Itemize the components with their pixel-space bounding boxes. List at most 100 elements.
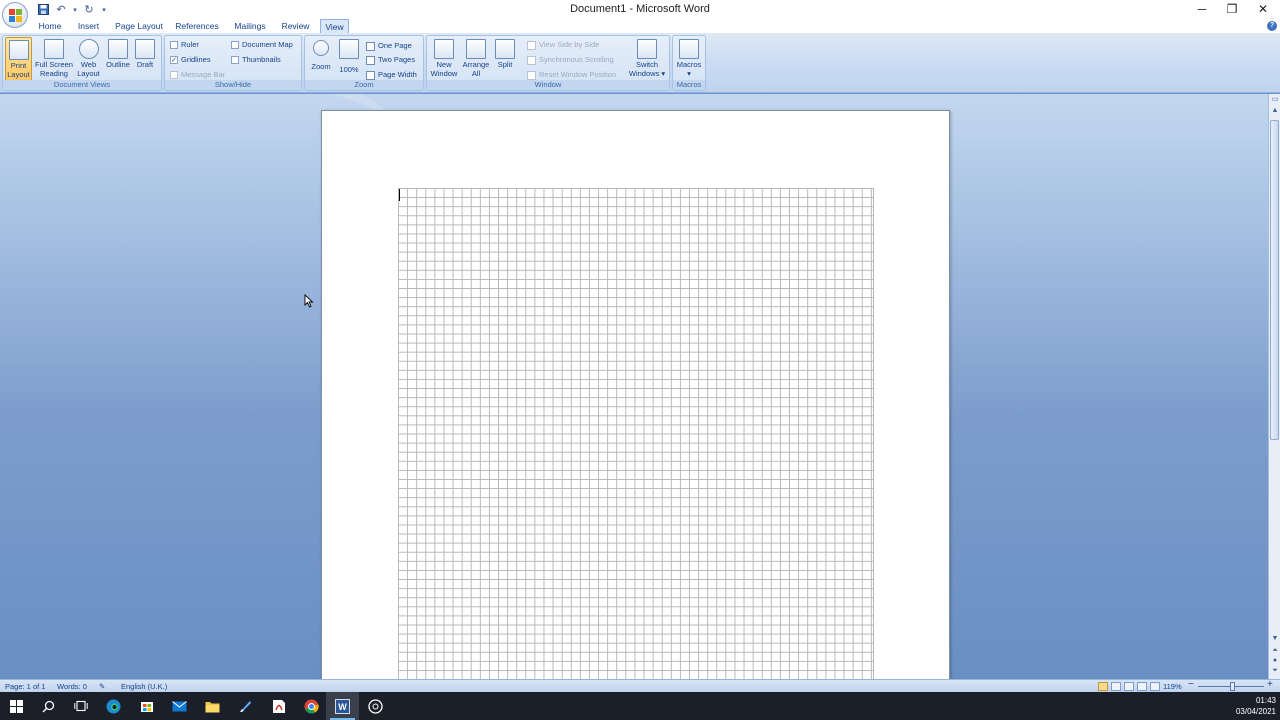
system-clock[interactable]: 01:43 03/04/2021 [1236, 695, 1276, 717]
page-gridlines [398, 188, 874, 679]
proofing-icon[interactable]: ✎ [99, 682, 105, 692]
help-icon[interactable]: ? [1267, 21, 1277, 31]
print-layout-button[interactable]: Print Layout [5, 37, 32, 81]
ruler-checkbox-box[interactable] [170, 41, 178, 49]
outline-button[interactable]: Outline [103, 37, 133, 81]
full-screen-reading-icon [44, 39, 64, 59]
ruler-checkbox[interactable]: Ruler [170, 39, 199, 51]
acrobat-icon [272, 699, 285, 713]
office-button[interactable] [2, 2, 28, 28]
synchronous-scrolling-button: Synchronous Scrolling [527, 54, 614, 66]
scroll-up-icon[interactable]: ▲ [1270, 106, 1280, 116]
scrollbar-thumb[interactable] [1270, 120, 1279, 440]
tab-view[interactable]: View [320, 19, 349, 33]
web-layout-button[interactable]: Web Layout [75, 37, 102, 81]
word-taskbar-button[interactable]: W [326, 692, 359, 720]
app-taskbar-button-1[interactable] [229, 692, 262, 720]
store-taskbar-button[interactable] [130, 692, 163, 720]
minimize-button[interactable]: ─ [1187, 0, 1217, 18]
app-taskbar-button-3[interactable] [359, 692, 392, 720]
next-page-icon[interactable]: ⏷ [1270, 666, 1280, 676]
vertical-scrollbar[interactable]: ▭ ▲ ▼ ⏶ ● ⏷ [1268, 94, 1280, 679]
mail-taskbar-button[interactable] [163, 692, 196, 720]
store-icon [140, 702, 153, 712]
scroll-down-icon[interactable]: ▼ [1270, 634, 1280, 644]
language-indicator[interactable]: English (U.K.) [121, 682, 167, 692]
page-width-icon [366, 70, 375, 80]
document-map-checkbox[interactable]: Document Map [231, 39, 293, 51]
view-side-by-side-icon [527, 40, 536, 50]
zoom-100-button[interactable]: 100% [337, 37, 361, 81]
group-label-macros: Macros [673, 80, 705, 90]
title-bar: ↶ ▾ ↻ ▾ Document1 - Microsoft Word ─ ❐ ✕ [0, 0, 1280, 19]
macros-button[interactable]: Macros ▾ [675, 37, 703, 81]
view-outline-icon[interactable] [1137, 682, 1147, 691]
macros-icon [679, 39, 699, 59]
outline-icon [108, 39, 128, 59]
browse-object-icon[interactable]: ● [1270, 656, 1280, 666]
view-print-layout-icon[interactable] [1098, 682, 1108, 691]
tab-references[interactable]: References [172, 19, 222, 33]
search-button[interactable] [32, 692, 65, 720]
tab-review[interactable]: Review [278, 19, 313, 33]
restore-button[interactable]: ❐ [1217, 0, 1247, 18]
page-100-icon [339, 39, 359, 59]
thumbnails-checkbox[interactable]: Thumbnails [231, 54, 281, 66]
zoom-out-button[interactable]: − [1188, 680, 1194, 690]
folder-icon [205, 701, 220, 712]
office-logo-icon [9, 9, 22, 22]
tab-home[interactable]: Home [34, 19, 66, 33]
mouse-pointer-icon [304, 294, 314, 308]
view-web-layout-icon[interactable] [1124, 682, 1134, 691]
previous-page-icon[interactable]: ⏶ [1270, 646, 1280, 656]
close-button[interactable]: ✕ [1248, 0, 1278, 18]
draft-button[interactable]: Draft [134, 37, 156, 81]
switch-windows-button[interactable]: Switch Windows ▾ [627, 37, 667, 81]
app-taskbar-button-2[interactable] [262, 692, 295, 720]
two-pages-icon [366, 55, 375, 65]
document-map-checkbox-box[interactable] [231, 41, 239, 49]
search-icon [42, 700, 55, 712]
arrange-all-button[interactable]: Arrange All [460, 37, 492, 81]
switch-windows-icon [637, 39, 657, 59]
zoom-button[interactable]: Zoom [309, 37, 333, 81]
new-window-button[interactable]: New Window [429, 37, 459, 81]
two-pages-button[interactable]: Two Pages [366, 54, 415, 66]
group-label-zoom: Zoom [305, 80, 423, 90]
one-page-button[interactable]: One Page [366, 40, 412, 52]
task-view-button[interactable] [64, 692, 97, 720]
window-title: Document1 - Microsoft Word [570, 3, 710, 15]
gridlines-checkbox-box[interactable]: ✓ [170, 56, 178, 64]
start-button[interactable] [0, 692, 33, 720]
file-explorer-taskbar-button[interactable] [196, 692, 229, 720]
zoom-slider-thumb[interactable] [1230, 682, 1235, 691]
tab-page-layout[interactable]: Page Layout [112, 19, 166, 33]
tab-insert[interactable]: Insert [72, 19, 105, 33]
word-count[interactable]: Words: 0 [57, 682, 87, 692]
tab-mailings[interactable]: Mailings [229, 19, 271, 33]
taskbar: W 01:43 03/04/2021 [0, 692, 1280, 720]
message-bar-checkbox-box [170, 71, 178, 79]
view-full-screen-icon[interactable] [1111, 682, 1121, 691]
chrome-taskbar-button[interactable] [295, 692, 328, 720]
full-screen-reading-button[interactable]: Full Screen Reading [34, 37, 74, 81]
ribbon: Print Layout Full Screen Reading Web Lay… [0, 33, 1280, 93]
split-button[interactable]: Split [493, 37, 517, 81]
document-workspace [0, 94, 1268, 679]
group-window: New Window Arrange All Split View Side b… [426, 35, 670, 91]
draft-icon [135, 39, 155, 59]
zoom-level[interactable]: 119% [1163, 682, 1182, 692]
view-draft-icon[interactable] [1150, 682, 1160, 691]
ruler-toggle-icon[interactable]: ▭ [1270, 95, 1280, 105]
clock-time: 01:43 [1255, 696, 1276, 705]
group-macros: Macros ▾ Macros [672, 35, 706, 91]
edge-taskbar-button[interactable] [97, 692, 130, 720]
windows-logo-icon [10, 699, 23, 713]
aperture-icon [368, 698, 383, 714]
gridlines-checkbox[interactable]: ✓ Gridlines [170, 54, 211, 66]
task-view-icon [73, 700, 88, 712]
document-page[interactable] [321, 110, 950, 679]
zoom-in-button[interactable]: + [1267, 680, 1273, 690]
thumbnails-checkbox-box[interactable] [231, 56, 239, 64]
page-count[interactable]: Page: 1 of 1 [5, 682, 45, 692]
